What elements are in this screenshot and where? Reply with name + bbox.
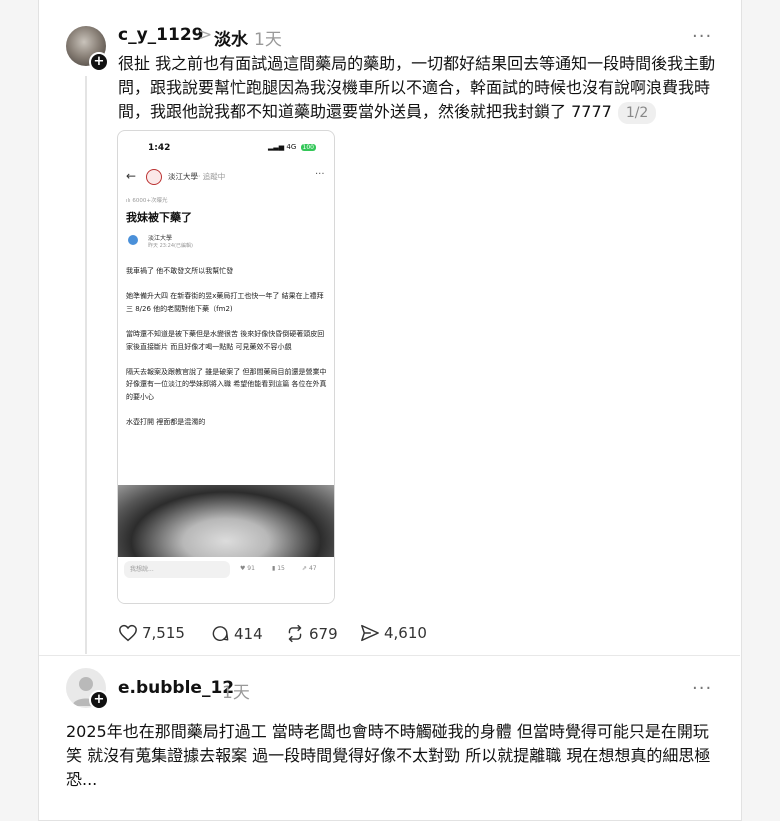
- embedded-title: 我妹被下藥了: [126, 211, 192, 224]
- follow-plus-icon[interactable]: +: [89, 690, 109, 710]
- embedded-author: 淡江大學: [148, 235, 173, 242]
- more-options-icon[interactable]: ···: [692, 678, 712, 699]
- embedded-likes: ♥ 91: [240, 565, 255, 572]
- embedded-author-avatar: [128, 235, 138, 245]
- embedded-saves: ▮ 15: [272, 565, 285, 572]
- send-icon: [361, 624, 379, 642]
- post-body: 2025年也在那間藥局打過工 當時老闆也會時不時觸碰我的身體 但當時覺得可能只是…: [66, 722, 711, 789]
- embedded-paragraph: 我車禍了 他不敢發文所以我幫忙發: [126, 267, 234, 275]
- embedded-paragraph: 當時還不知道是被下藥但是水變很苦 後來好像快昏倒硬著頭皮回家後直接斷片 而且好像…: [126, 330, 325, 351]
- embedded-board-name: 淡江大學: [168, 172, 198, 181]
- embedded-comment-input: 我想說...: [124, 561, 230, 578]
- status-bar: ▂▃▅ 4G 100: [268, 143, 316, 151]
- repost-button[interactable]: 679: [285, 624, 338, 643]
- embedded-paragraph: 水壺打開 裡面都是混濁的: [126, 418, 206, 427]
- status-time: 1:42: [148, 143, 171, 153]
- follow-plus-icon[interactable]: +: [89, 52, 109, 72]
- embedded-author-time: 昨天 23:24(已編輯): [148, 243, 193, 249]
- share-count: 4,610: [384, 624, 427, 642]
- post-time: 1天: [222, 683, 250, 703]
- school-logo-icon: [146, 169, 162, 185]
- like-count: 7,515: [142, 624, 185, 642]
- battery-icon: 100: [300, 144, 316, 151]
- embedded-body: 我車禍了 他不敢發文所以我幫忙發 她準備升大四 在新春街的昱x藥局打工也快一年了…: [126, 265, 328, 442]
- post-time: 1天: [254, 30, 282, 50]
- comment-count: 414: [234, 624, 263, 643]
- share-button[interactable]: 4,610: [360, 624, 427, 642]
- post-username[interactable]: c_y_1129: [118, 25, 203, 45]
- back-arrow-icon: ←: [126, 169, 137, 183]
- repost-count: 679: [309, 624, 338, 643]
- embedded-shares: ⇗ 47: [302, 565, 317, 572]
- signal-icon: ▂▃▅: [268, 143, 285, 151]
- comment-icon: [212, 626, 229, 641]
- post-username[interactable]: e.bubble_12: [118, 678, 234, 698]
- attached-screenshot[interactable]: 1:42 ▂▃▅ 4G 100 ← 淡江大學· 追蹤中 ··· ılı 6000…: [117, 130, 335, 604]
- embedded-photo: [118, 485, 334, 557]
- post-text: 很扯 我之前也有面試過這間藥局的藥助，一切都好結果回去等通知一段時間後我主動問，…: [118, 52, 718, 124]
- embedded-more-icon: ···: [315, 169, 325, 180]
- heart-icon: [119, 624, 137, 642]
- embedded-board: 淡江大學· 追蹤中: [168, 171, 225, 182]
- embedded-paragraph: 隔天去報案及跟教官說了 雖是破案了 但那間藥局目前還是營業中 好像還有一位淡江的…: [126, 368, 327, 401]
- embedded-views: ılı 6000+次曝光: [126, 198, 168, 204]
- divider: [39, 655, 740, 656]
- comment-button[interactable]: 414: [211, 624, 263, 643]
- network-label: 4G: [286, 143, 297, 151]
- thread-line: [85, 76, 87, 654]
- page-indicator[interactable]: 1/2: [617, 102, 657, 124]
- embedded-follow-status: · 追蹤中: [198, 172, 226, 181]
- board-name[interactable]: 淡水: [214, 25, 248, 50]
- like-button[interactable]: 7,515: [118, 624, 185, 642]
- embedded-paragraph: 她準備升大四 在新春街的昱x藥局打工也快一年了 結果在上禮拜三 8/26 他的老…: [126, 292, 324, 313]
- repost-icon: [288, 624, 302, 643]
- more-options-icon[interactable]: ···: [692, 26, 712, 47]
- chevron-right-icon: >: [198, 25, 213, 45]
